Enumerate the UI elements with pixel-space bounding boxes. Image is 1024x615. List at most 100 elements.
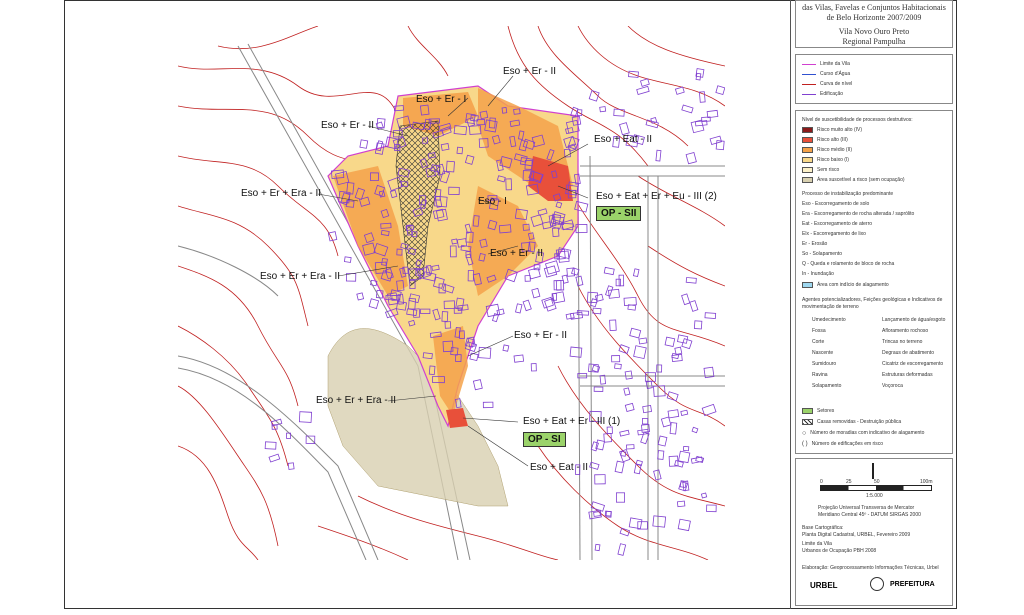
legend-label: Edificação [820,91,844,97]
building [657,435,668,447]
process-item: In - Inundação [802,271,834,277]
building [614,460,625,474]
map-label: Eso + Eat - II [594,134,653,145]
building [268,453,281,463]
flood-swatch [802,282,813,288]
legend-label: Curva de nível [820,81,853,87]
process-item: Elx - Escorregamento de lixo [802,231,866,237]
agent-right: Estruturas deformadas [882,372,933,378]
agents-title: Agentes potencializadores, Feições geoló… [802,297,943,310]
legend-village-limit: Limite da Vila [802,60,850,68]
paren-row: ( ) Número de edificações em risco [802,440,883,448]
map-label: Eso - I [478,196,507,207]
regional-name: Regional Pampulha [842,37,906,46]
map-canvas [178,26,725,560]
building [681,293,691,306]
building [645,380,653,389]
legend-panel: das Vilas, Favelas e Conjuntos Habitacio… [790,0,957,609]
building [641,418,649,425]
process-item: Q - Queda e rolamento de bloco de rocha [802,261,895,267]
map-label: Eso + Er + Era - II [316,395,397,406]
building [685,152,697,165]
building [656,364,663,373]
process-item: Er - Erosão [802,241,828,247]
building [599,374,607,385]
building [640,78,650,87]
building [623,296,637,307]
risk-row: Risco baixo (I) [802,156,849,164]
building [667,409,680,419]
map-label: Eso + Er - II [321,120,375,131]
prefeitura-logo: PREFEITURA [890,581,935,588]
extra-label: Número de moradias com indicativo de ala… [810,430,925,436]
process-item: Área com indício de alagamento [817,282,889,288]
building [298,411,313,423]
extra-label: Número de edificações em risco [811,441,884,447]
building [655,149,662,162]
building [530,363,537,372]
building [637,521,648,530]
agent-left: Corte [812,339,825,345]
map-label: Eso + Er - I [416,94,467,105]
sector-row: Setores [802,407,834,415]
building [571,267,580,276]
building [555,280,565,291]
circle-icon: ○ [802,429,807,437]
agent-right: Afloramento rochoso [882,328,929,334]
building [685,277,697,284]
building [620,450,627,457]
agent-left: Nascente [812,350,834,356]
extra-label: Casas removidas - Destruição pública [817,419,902,425]
building [482,401,494,409]
map-label: Eso + Er - II [514,330,568,341]
urbel-logo: URBEL [810,581,838,590]
risk-swatch [802,127,813,133]
risk-label: Área suscetível a risco (sem ocupação) [817,177,905,183]
building [636,85,650,95]
boundary-line-icon [802,63,816,65]
agent-left: Sumidouro [812,361,837,367]
risk-label: Sem risco [817,167,840,173]
city-seal-icon [870,577,884,591]
process-item: Eso - Escorregamento de solo [802,201,870,207]
building [676,500,686,508]
building [674,86,685,95]
hatch-swatch [802,419,813,425]
building [469,352,479,362]
building [566,267,576,277]
building [704,312,717,319]
building [513,354,525,363]
building [660,416,672,428]
building [623,387,631,396]
risk-legend-box: Nível de suscetibilidade de processos de… [795,110,953,454]
op-label-sii: OP - SII [596,206,642,221]
legend-label: Curso d'Água [820,71,851,77]
credit-line: Urbanos de Ocupação PBH 2008 [802,548,877,554]
building [593,386,604,392]
building [531,287,541,299]
building [664,336,676,348]
building [652,515,667,528]
place-name: Vila Novo Ouro Preto [838,27,910,36]
building [624,370,633,380]
building [524,275,531,282]
process-title: Processo de instabilização predominante [802,191,894,197]
building [715,85,725,96]
risk-swatch [802,157,813,163]
parentheses-icon: ( ) [802,441,808,447]
scale-tick: 0 [820,479,823,485]
agent-right: Trincas no terreno [882,339,923,345]
map-label: Eso + Er - II [503,66,557,77]
agent-left: Solapamento [812,383,842,389]
building [691,426,699,434]
building [594,543,601,552]
sector-swatch [802,408,813,414]
title-box: das Vilas, Favelas e Conjuntos Habitacio… [795,0,953,48]
building [653,469,662,481]
building [522,299,532,312]
north-arrow-icon [872,463,874,479]
agent-left: Umedecimento [812,317,846,323]
building [629,327,642,339]
building [633,345,647,360]
agent-right: Degraus de abatimento [882,350,934,356]
